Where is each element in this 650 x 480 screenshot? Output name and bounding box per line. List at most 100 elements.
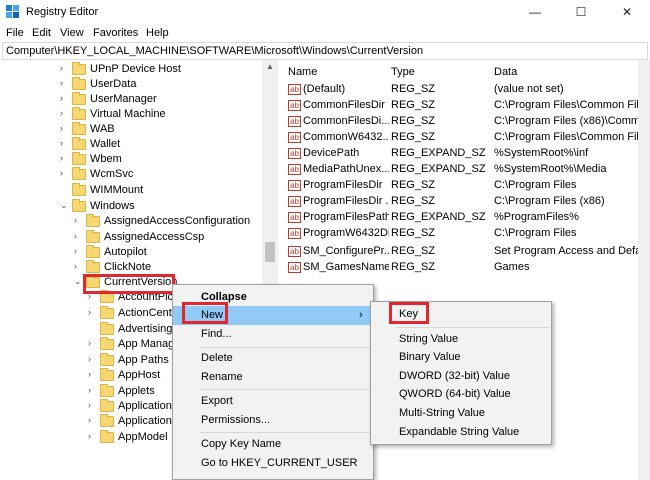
menu-item-permissions[interactable]: Permissions... — [173, 411, 373, 430]
chevron-down-icon[interactable]: ⌄ — [74, 276, 84, 287]
chevron-right-icon[interactable]: › — [88, 338, 98, 348]
folder-icon — [100, 337, 114, 350]
value-row[interactable]: ab (Default) REG_SZ (value not set) — [282, 82, 638, 98]
value-row[interactable]: ab CommonFilesDi... REG_SZ C:\Program Files… — [282, 114, 638, 130]
chevron-right-icon[interactable]: › — [74, 246, 84, 256]
string-value-icon: ab — [288, 164, 301, 175]
menu-item-export[interactable]: Export — [173, 392, 373, 411]
minimize-button[interactable]: — — [512, 0, 558, 24]
string-value-icon: ab — [288, 246, 301, 257]
folder-icon — [72, 183, 86, 196]
folder-icon — [72, 167, 86, 180]
folder-icon — [72, 77, 86, 90]
chevron-right-icon[interactable]: › — [60, 108, 70, 118]
menu-item-multi-string-value[interactable]: Multi-String Value — [371, 404, 551, 423]
chevron-right-icon[interactable]: › — [60, 123, 70, 133]
window-title: Registry Editor — [26, 6, 99, 18]
chevron-right-icon[interactable]: › — [88, 307, 98, 317]
menu-bar: File Edit View Favorites Help — [0, 24, 650, 42]
value-row[interactable]: ab SM_GamesName REG_SZ Games — [282, 260, 638, 276]
chevron-right-icon[interactable]: › — [74, 231, 84, 241]
values-scrollbar[interactable] — [638, 60, 650, 480]
folder-icon — [100, 368, 114, 381]
menu-item-collapse[interactable]: Collapse — [173, 288, 373, 307]
folder-icon — [100, 290, 114, 303]
column-header-data[interactable]: Data — [494, 66, 517, 78]
folder-icon — [100, 306, 114, 319]
chevron-down-icon[interactable]: ⌄ — [60, 200, 70, 211]
string-value-icon: ab — [288, 228, 301, 239]
folder-icon — [100, 430, 114, 443]
folder-icon — [100, 384, 114, 397]
menu-item-dword-value[interactable]: DWORD (32-bit) Value — [371, 367, 551, 386]
chevron-right-icon[interactable]: › — [88, 415, 98, 425]
menu-item-delete[interactable]: Delete — [173, 349, 373, 368]
menu-item-new[interactable]: New › — [173, 306, 373, 325]
chevron-right-icon[interactable]: › — [88, 385, 98, 395]
folder-icon — [72, 199, 86, 212]
string-value-icon: ab — [288, 116, 301, 127]
scrollbar-thumb[interactable] — [265, 242, 275, 262]
menu-separator — [199, 432, 371, 433]
value-row[interactable]: ab SM_ConfigurePr... REG_SZ Set Program Acc… — [282, 244, 638, 260]
folder-icon — [72, 152, 86, 165]
address-bar[interactable]: Computer\HKEY_LOCAL_MACHINE\SOFTWARE\Mic… — [2, 42, 648, 60]
chevron-right-icon[interactable]: › — [60, 153, 70, 163]
chevron-right-icon[interactable]: › — [88, 291, 98, 301]
value-row[interactable]: ab CommonW6432... REG_SZ C:\Program Files\C… — [282, 130, 638, 146]
folder-icon — [72, 62, 86, 75]
menu-separator — [199, 347, 371, 348]
value-row[interactable]: ab ProgramFilesDir ... REG_SZ C:\Program Fi… — [282, 194, 638, 210]
menu-favorites[interactable]: Favorites — [93, 27, 138, 39]
folder-icon — [86, 275, 100, 288]
menu-item-rename[interactable]: Rename — [173, 368, 373, 387]
chevron-right-icon[interactable]: › — [88, 431, 98, 441]
value-row[interactable]: ab MediaPathUnex... REG_EXPAND_SZ %SystemRo… — [282, 162, 638, 178]
folder-icon — [86, 245, 100, 258]
chevron-right-icon[interactable]: › — [60, 138, 70, 148]
menu-separator — [397, 327, 549, 328]
menu-view[interactable]: View — [60, 27, 84, 39]
folder-icon — [100, 414, 114, 427]
menu-item-string-value[interactable]: String Value — [371, 330, 551, 349]
string-value-icon: ab — [288, 100, 301, 111]
chevron-right-icon[interactable]: › — [74, 261, 84, 271]
menu-item-goto-hkcu[interactable]: Go to HKEY_CURRENT_USER — [173, 454, 373, 473]
chevron-right-icon[interactable]: › — [88, 400, 98, 410]
value-row[interactable]: ab CommonFilesDir REG_SZ C:\Program Files\C… — [282, 98, 638, 114]
string-value-icon: ab — [288, 212, 301, 223]
menu-file[interactable]: File — [6, 27, 24, 39]
value-row[interactable]: ab ProgramFilesPath REG_EXPAND_SZ %ProgramF… — [282, 210, 638, 226]
chevron-right-icon[interactable]: › — [60, 63, 70, 73]
scroll-up-icon[interactable]: ▲ — [262, 62, 278, 71]
chevron-right-icon[interactable]: › — [60, 78, 70, 88]
chevron-right-icon: › — [359, 309, 363, 321]
column-header-name[interactable]: Name — [288, 66, 317, 78]
menu-item-expandable-string-value[interactable]: Expandable String Value — [371, 423, 551, 442]
string-value-icon: ab — [288, 148, 301, 159]
folder-icon — [72, 107, 86, 120]
string-value-icon: ab — [288, 262, 301, 273]
folder-icon — [72, 122, 86, 135]
menu-item-key[interactable]: Key — [371, 305, 551, 324]
chevron-right-icon[interactable]: › — [74, 215, 84, 225]
value-row[interactable]: ab ProgramW6432Dir REG_SZ C:\Program Files — [282, 226, 638, 242]
close-button[interactable]: ✕ — [604, 0, 650, 24]
chevron-right-icon[interactable]: › — [88, 354, 98, 364]
column-header-type[interactable]: Type — [391, 66, 415, 78]
folder-icon — [86, 214, 100, 227]
chevron-right-icon[interactable]: › — [60, 168, 70, 178]
chevron-right-icon[interactable]: › — [60, 93, 70, 103]
menu-help[interactable]: Help — [146, 27, 169, 39]
string-value-icon: ab — [288, 180, 301, 191]
menu-item-binary-value[interactable]: Binary Value — [371, 348, 551, 367]
maximize-button[interactable]: ☐ — [558, 0, 604, 24]
menu-item-qword-value[interactable]: QWORD (64-bit) Value — [371, 385, 551, 404]
value-row[interactable]: ab ProgramFilesDir REG_SZ C:\Program Files — [282, 178, 638, 194]
registry-editor-icon — [6, 5, 19, 18]
menu-item-find[interactable]: Find... — [173, 325, 373, 344]
menu-item-copy-key-name[interactable]: Copy Key Name — [173, 435, 373, 454]
value-row[interactable]: ab DevicePath REG_EXPAND_SZ %SystemRoot%\in… — [282, 146, 638, 162]
menu-edit[interactable]: Edit — [32, 27, 51, 39]
chevron-right-icon[interactable]: › — [88, 369, 98, 379]
